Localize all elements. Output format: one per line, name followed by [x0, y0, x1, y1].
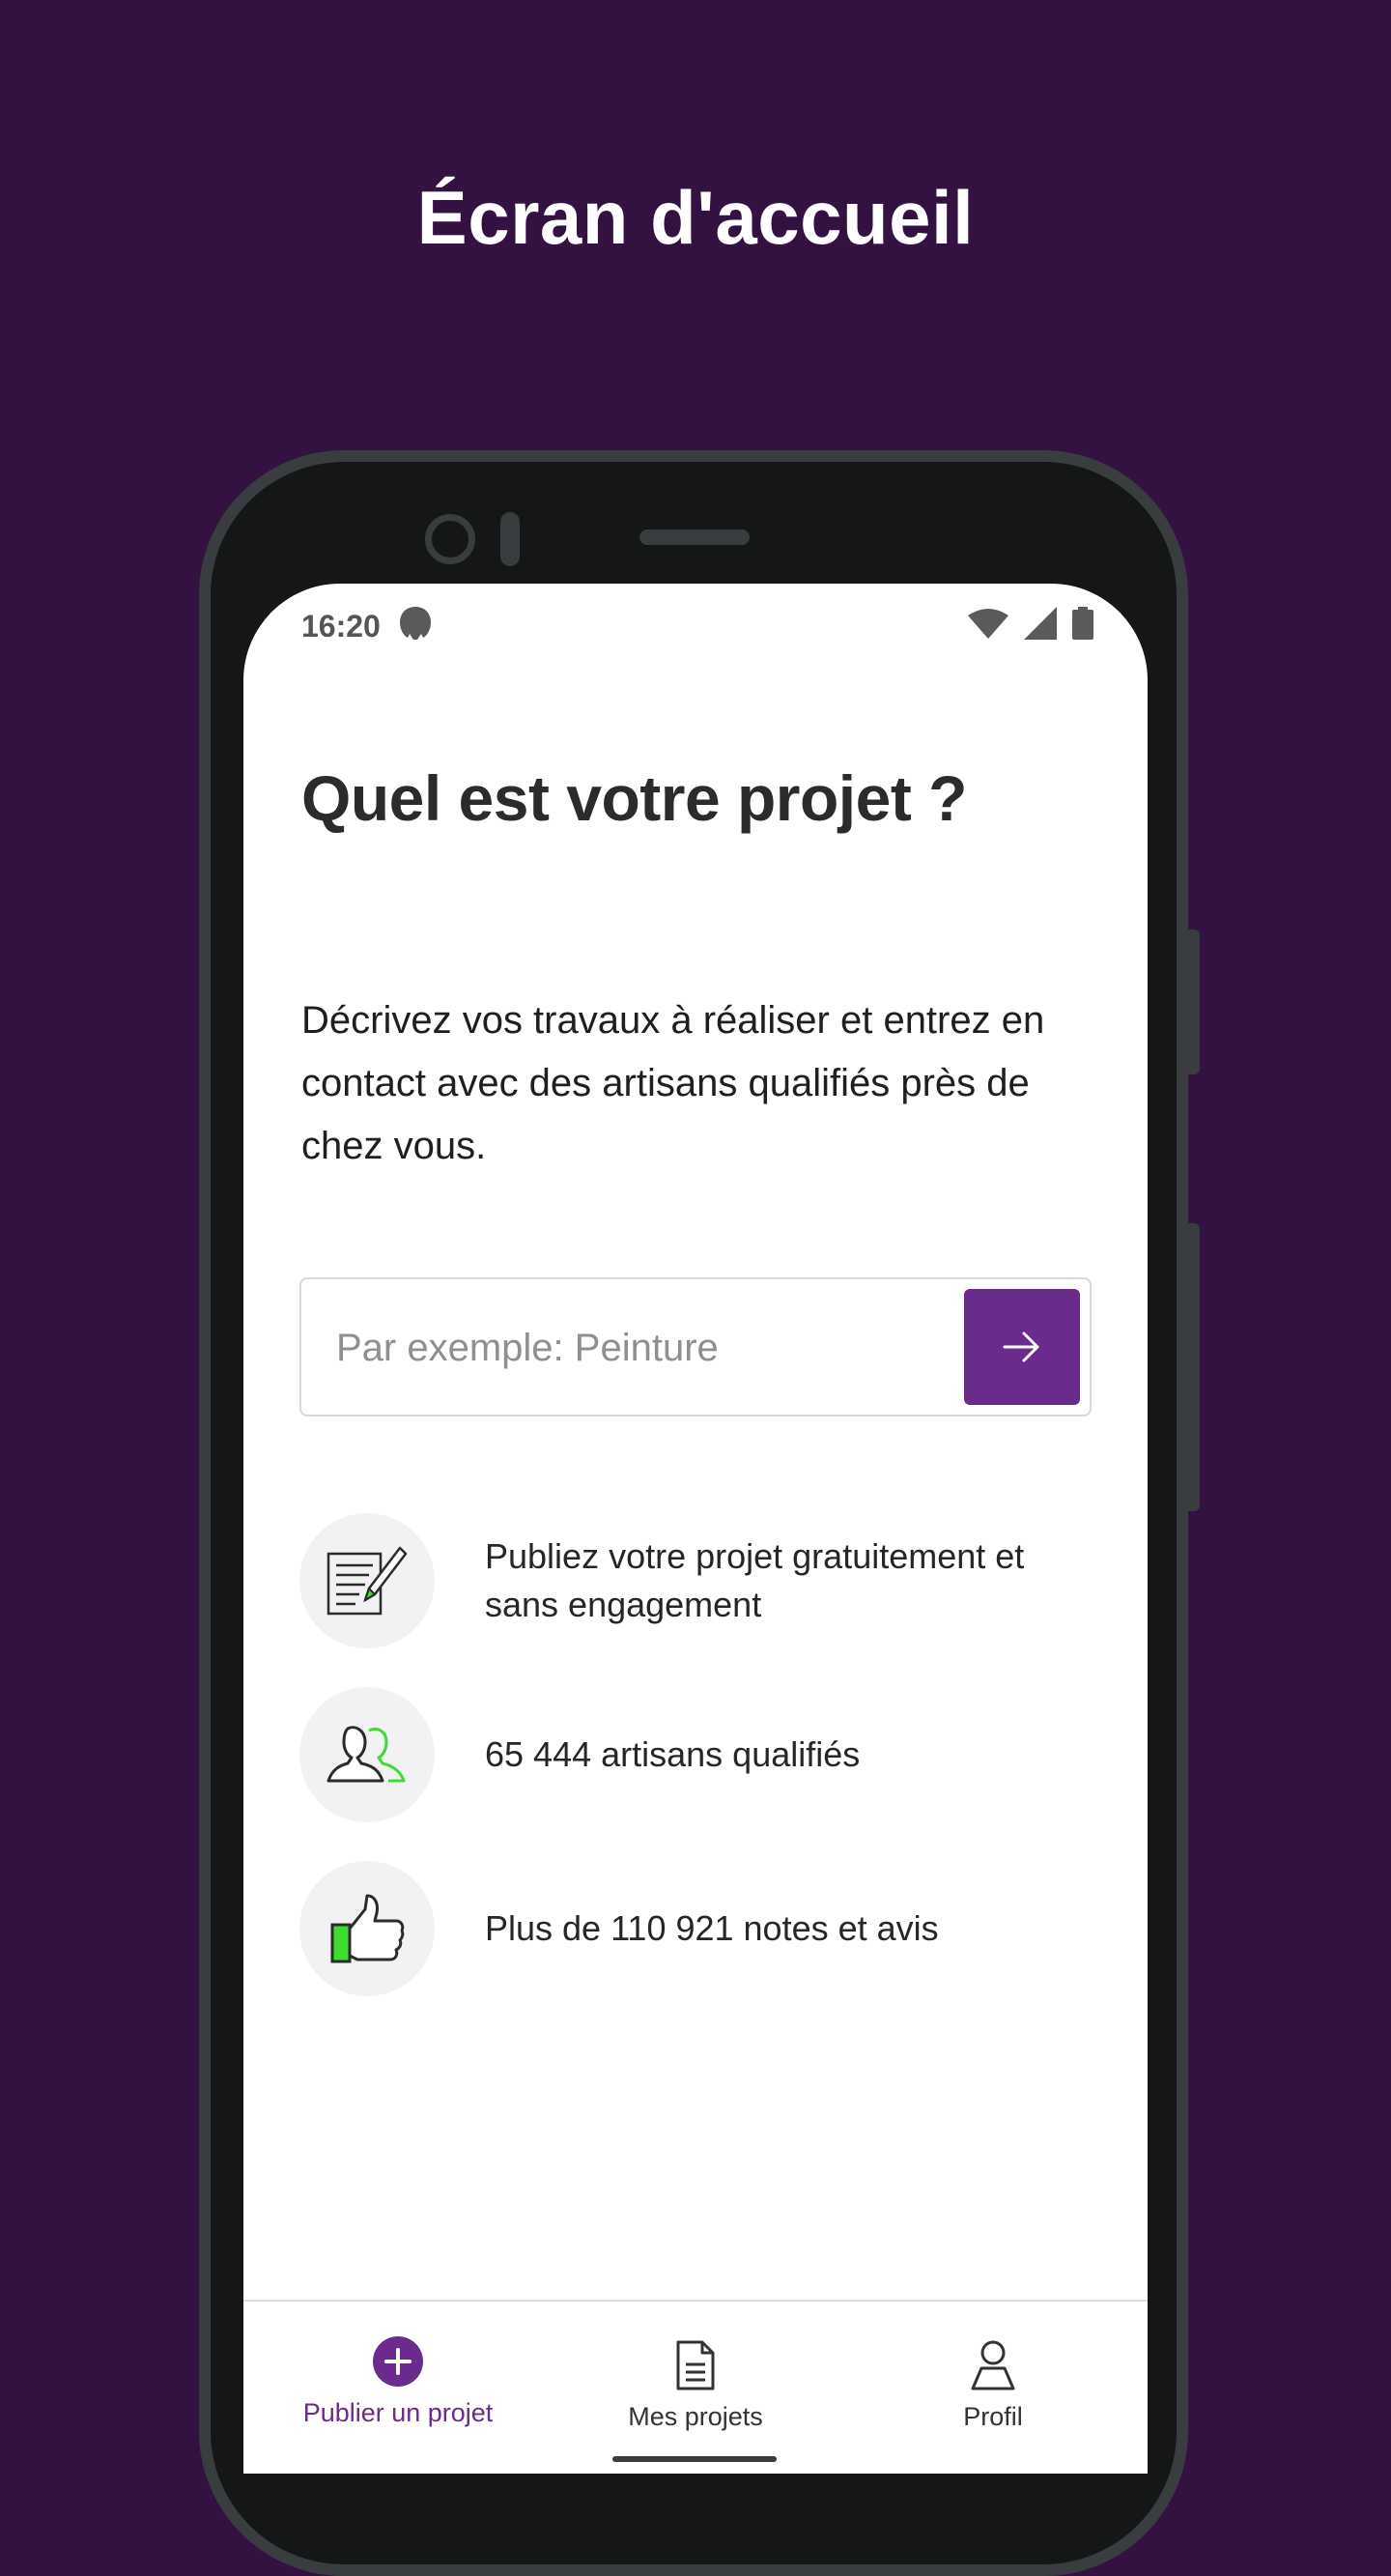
feature-text: Plus de 110 921 notes et avis	[485, 1908, 939, 1948]
page-title: Quel est votre projet ?	[301, 762, 967, 834]
cellular-signal-icon	[1024, 607, 1057, 640]
project-search-input[interactable]	[334, 1308, 918, 1388]
feature-text: 65 444 artisans qualifiés	[485, 1734, 861, 1774]
feature-icon-circle	[299, 1513, 435, 1648]
user-icon	[971, 2340, 1015, 2390]
document-pen-icon	[326, 1546, 408, 1616]
status-time: 16:20	[301, 609, 381, 644]
document-icon	[676, 2340, 715, 2390]
wifi-icon	[968, 609, 1008, 639]
phone-volume-button	[1188, 930, 1200, 1074]
app-notification-icon	[400, 607, 431, 640]
page-description: Décrivez vos travaux à réaliser et entre…	[301, 999, 1045, 1167]
feature-text: Publiez votre projet gratuitement et san…	[485, 1536, 1025, 1624]
nav-publish-project[interactable]: Publier un projet	[272, 2333, 524, 2428]
home-indicator[interactable]	[612, 2456, 777, 2462]
status-bar: 16:20	[243, 584, 1148, 665]
status-indicators	[968, 607, 1093, 640]
feature-icon-circle	[299, 1687, 435, 1822]
feature-artisans-count: 65 444 artisans qualifiés	[299, 1687, 1101, 1822]
phone-power-button	[1188, 1223, 1200, 1511]
front-camera	[425, 514, 475, 564]
nav-label: Publier un projet	[302, 2398, 494, 2427]
feature-icon-circle	[299, 1861, 435, 1996]
proximity-sensor	[500, 512, 520, 566]
promo-title: Écran d'accueil	[416, 175, 975, 260]
nav-profile[interactable]: Profil	[867, 2336, 1119, 2432]
people-icon	[326, 1726, 406, 1783]
app-screen: 16:20 Quel est votre projet ? Décrivez v…	[243, 584, 1148, 2474]
thumbs-up-icon	[330, 1894, 405, 1963]
battery-icon	[1072, 607, 1093, 640]
arrow-right-icon	[1003, 1331, 1039, 1362]
nav-my-projects[interactable]: Mes projets	[570, 2336, 821, 2432]
search-submit-button[interactable]	[964, 1289, 1080, 1405]
bottom-navigation: Publier un projet Mes projets Profil	[243, 2300, 1148, 2474]
feature-free-publish: Publiez votre projet gratuitement et san…	[299, 1513, 1101, 1648]
feature-reviews-count: Plus de 110 921 notes et avis	[299, 1861, 1101, 1996]
project-search-box	[299, 1277, 1092, 1417]
plus-circle-icon	[373, 2336, 423, 2387]
nav-label: Profil	[963, 2402, 1023, 2431]
nav-label: Mes projets	[628, 2402, 763, 2431]
earpiece-speaker	[639, 530, 750, 545]
